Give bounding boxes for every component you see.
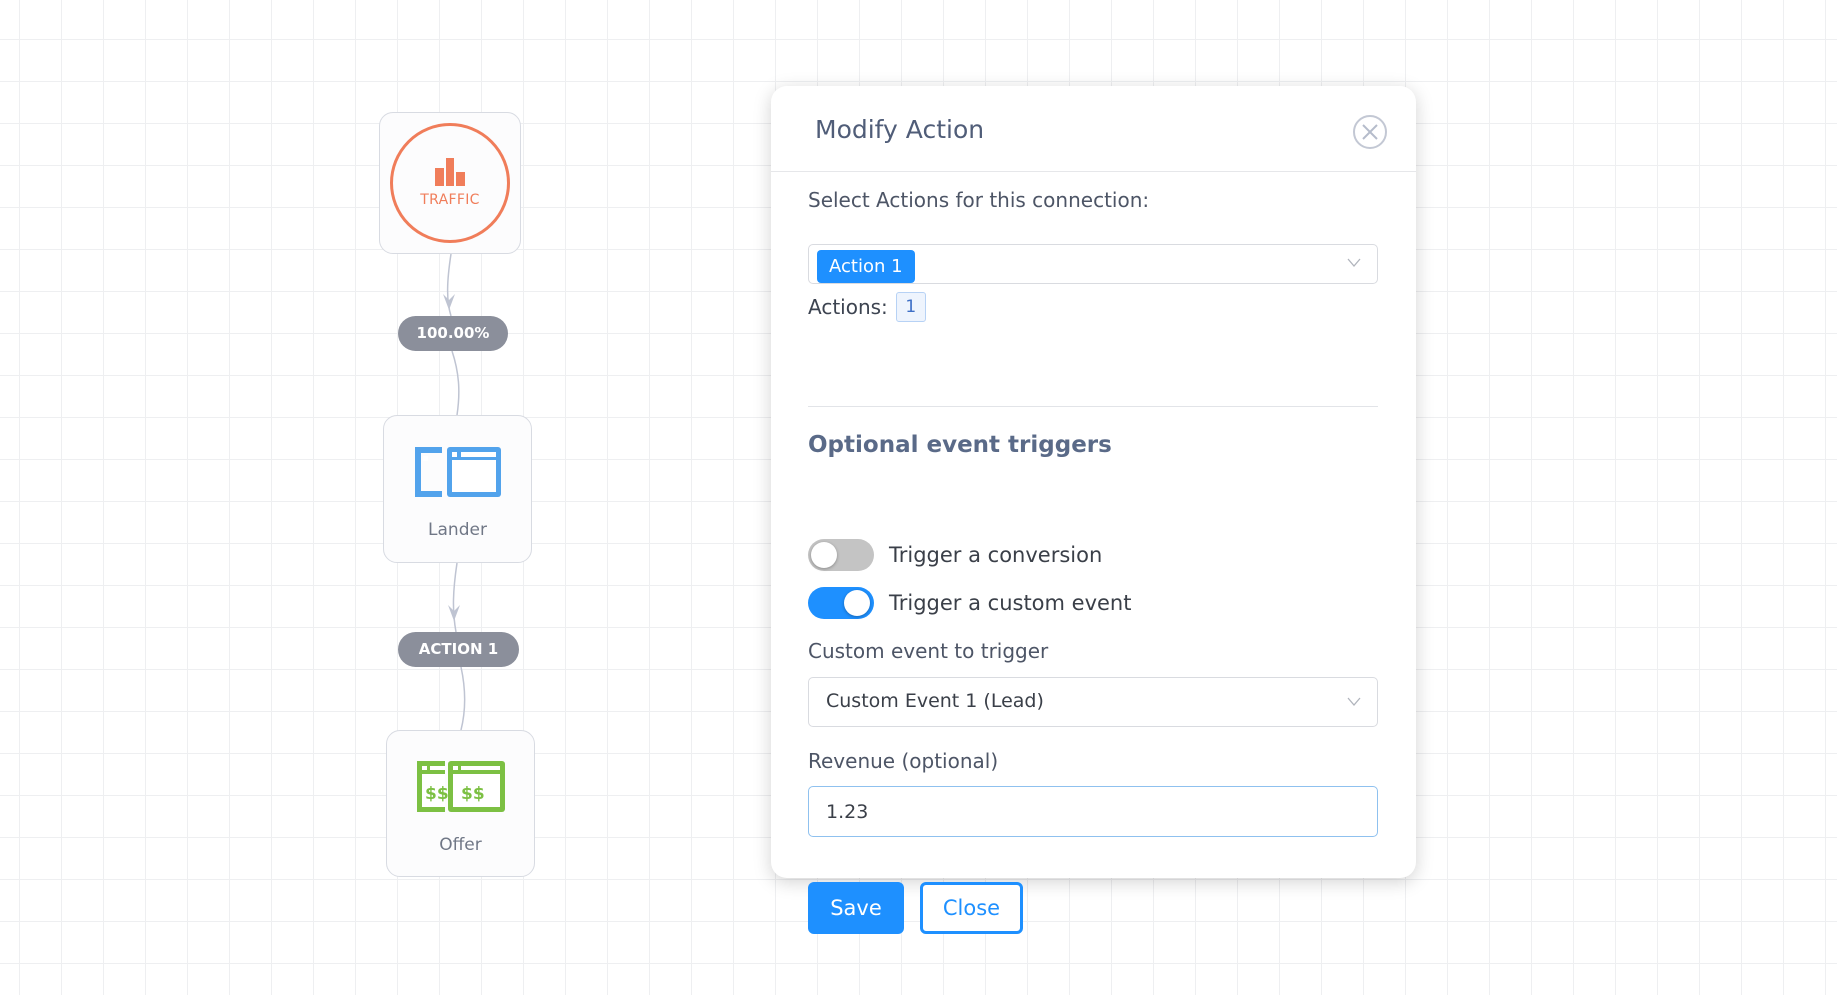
trigger-custom-event-label: Trigger a custom event bbox=[889, 591, 1132, 615]
offer-node[interactable]: $$ $$ Offer bbox=[386, 730, 535, 877]
trigger-custom-event-row: Trigger a custom event bbox=[808, 587, 1131, 619]
lander-node[interactable]: Lander bbox=[383, 415, 532, 563]
actions-multiselect[interactable]: Action 1 bbox=[808, 244, 1378, 284]
custom-event-value: Custom Event 1 (Lead) bbox=[826, 690, 1044, 712]
svg-text:$$: $$ bbox=[425, 784, 449, 804]
modify-action-modal: Modify Action Select Actions for this co… bbox=[771, 86, 1416, 934]
bar-chart-icon bbox=[435, 158, 465, 186]
offer-label: Offer bbox=[439, 835, 482, 855]
dollar-windows-icon: $$ $$ bbox=[416, 761, 505, 812]
toggle-knob bbox=[844, 590, 870, 616]
traffic-node[interactable]: TRAFFIC bbox=[379, 112, 521, 254]
custom-event-select[interactable]: Custom Event 1 (Lead) bbox=[808, 677, 1378, 727]
close-icon bbox=[1362, 124, 1378, 140]
traffic-ring: TRAFFIC bbox=[390, 123, 510, 243]
chevron-down-icon bbox=[1347, 697, 1361, 706]
connection-action-label[interactable]: ACTION 1 bbox=[398, 632, 519, 667]
actions-select-label: Select Actions for this connection: bbox=[808, 188, 1150, 212]
arrow-head bbox=[448, 605, 460, 621]
actions-count-label: Actions: bbox=[808, 295, 888, 319]
save-button[interactable]: Save bbox=[808, 882, 904, 934]
section-divider bbox=[808, 406, 1378, 407]
connection-percent-label[interactable]: 100.00% bbox=[398, 316, 508, 351]
revenue-label: Revenue (optional) bbox=[808, 749, 999, 773]
lander-label: Lander bbox=[428, 520, 487, 540]
trigger-conversion-label: Trigger a conversion bbox=[889, 543, 1103, 567]
traffic-label: TRAFFIC bbox=[420, 192, 480, 208]
trigger-conversion-row: Trigger a conversion bbox=[808, 539, 1102, 571]
trigger-conversion-toggle[interactable] bbox=[808, 539, 874, 571]
actions-count-row: Actions: 1 bbox=[808, 292, 926, 322]
revenue-input[interactable] bbox=[808, 786, 1378, 837]
offer-icon-text: $$ bbox=[461, 784, 485, 804]
arrow-head bbox=[443, 294, 455, 310]
browser-windows-icon bbox=[414, 447, 501, 497]
custom-event-label: Custom event to trigger bbox=[808, 639, 1049, 663]
modal-header: Modify Action bbox=[771, 86, 1416, 172]
triggers-section-title: Optional event triggers bbox=[808, 432, 1112, 458]
close-modal-button[interactable] bbox=[1353, 115, 1387, 149]
selected-action-chip[interactable]: Action 1 bbox=[817, 250, 915, 283]
modal-title: Modify Action bbox=[815, 115, 985, 144]
actions-count-badge: 1 bbox=[895, 292, 926, 322]
toggle-knob bbox=[811, 542, 837, 568]
close-button[interactable]: Close bbox=[920, 882, 1023, 934]
trigger-custom-event-toggle[interactable] bbox=[808, 587, 874, 619]
chevron-down-icon bbox=[1347, 258, 1361, 267]
